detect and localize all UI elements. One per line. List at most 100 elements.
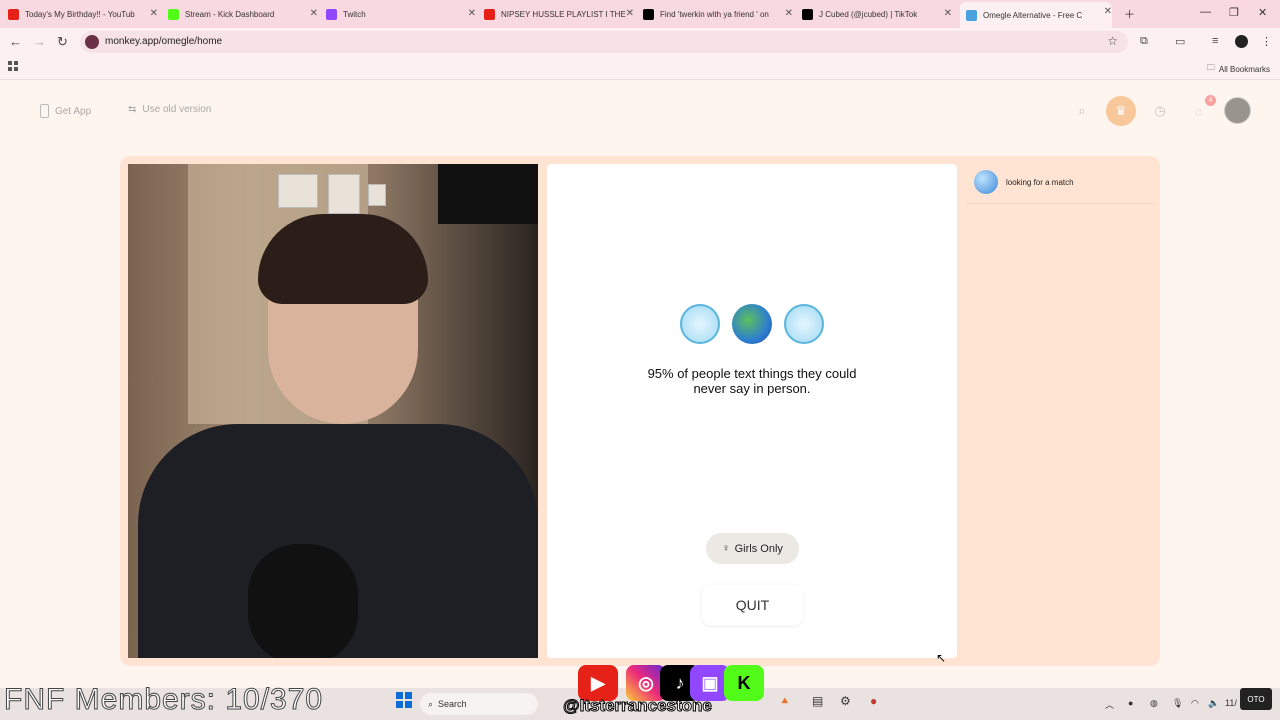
all-bookmarks-label: All Bookmarks xyxy=(1218,64,1270,74)
handle-overlay: @Itsterrancestone xyxy=(563,696,713,716)
site-icon xyxy=(85,35,99,49)
tab[interactable]: NIPSEY HUSSLE PLAYLIST I THE ✕ xyxy=(484,4,634,24)
cast-icon[interactable]: ▭ xyxy=(1175,35,1185,48)
mic-icon[interactable]: 🎙 xyxy=(1172,698,1183,709)
tab[interactable]: Stream - Kick Dashboard ✕ xyxy=(168,4,318,24)
tab-label: Twitch xyxy=(343,9,366,19)
app-icon[interactable]: ● xyxy=(870,694,877,708)
reload-icon[interactable]: ↻ xyxy=(57,34,68,50)
media-icon[interactable]: ≡ xyxy=(1212,35,1218,47)
webcam-video xyxy=(128,164,538,658)
app-icon[interactable]: ▤ xyxy=(812,694,823,708)
tab-label: Today's My Birthday!! - YouTub xyxy=(25,9,135,19)
close-tab-icon[interactable]: ✕ xyxy=(944,8,952,19)
search-icon: ⌕ xyxy=(428,698,434,709)
tab[interactable]: J Cubed (@jcubed) | TikTok ✕ xyxy=(802,4,952,24)
taskbar-search[interactable]: ⌕ Search xyxy=(420,693,538,715)
tiktok-icon xyxy=(802,8,813,20)
profile-avatar[interactable] xyxy=(1235,35,1248,48)
crown-icon[interactable]: ♛ xyxy=(1106,96,1136,126)
forward-icon[interactable]: → xyxy=(33,34,46,49)
tray-icon[interactable]: ● xyxy=(1128,698,1133,708)
girls-only-button[interactable]: ♀ Girls Only xyxy=(706,533,799,564)
match-status-text: looking for a match xyxy=(1006,178,1074,187)
tab-label: Omegle Alternative - Free C xyxy=(983,10,1083,20)
close-tab-icon[interactable]: ✕ xyxy=(468,8,476,19)
start-icon[interactable] xyxy=(396,692,412,708)
globe-mesh-icon xyxy=(784,304,824,344)
kick-icon: K xyxy=(724,665,764,701)
taskbar-search-label: Search xyxy=(438,699,467,709)
tab-label: NIPSEY HUSSLE PLAYLIST I THE xyxy=(501,9,626,19)
youtube-icon xyxy=(484,8,495,20)
tiktok-icon xyxy=(643,8,654,20)
video-microphone xyxy=(248,544,358,658)
twitch-icon xyxy=(326,8,337,20)
tab[interactable]: Omegle Alternative - Free C ✕ xyxy=(960,2,1112,28)
old-version-label: Use old version xyxy=(142,104,212,115)
get-app-label: Get App xyxy=(55,105,92,117)
volume-icon[interactable]: 🔈 xyxy=(1208,698,1219,709)
tab[interactable]: Twitch ✕ xyxy=(326,4,476,24)
tab-label: Stream - Kick Dashboard xyxy=(185,9,275,19)
match-status: looking for a match xyxy=(966,164,1154,204)
match-panel: 95% of people text things they could nev… xyxy=(547,164,957,658)
omegle-icon xyxy=(966,9,977,21)
video-poster xyxy=(278,174,318,208)
phone-icon xyxy=(40,104,49,118)
girl-icon: ♀ xyxy=(722,543,730,554)
video-person-hair xyxy=(258,214,428,304)
tab[interactable]: Today's My Birthday!! - YouTub ✕ xyxy=(8,4,158,24)
back-icon[interactable]: ← xyxy=(9,34,22,49)
match-message: 95% of people text things they could nev… xyxy=(647,366,857,396)
tray-icon[interactable]: ◍ xyxy=(1150,698,1158,709)
close-window-icon[interactable]: ✕ xyxy=(1258,6,1267,19)
app-icon[interactable]: ⯅ xyxy=(780,694,790,709)
swap-icon: ⇆ xyxy=(128,104,137,115)
clock-text[interactable]: 11/ xyxy=(1225,698,1237,708)
apps-icon[interactable] xyxy=(8,61,18,71)
earth-globe-icon xyxy=(732,304,772,344)
settings-icon[interactable]: ⚙ xyxy=(840,694,851,708)
tab-label: J Cubed (@jcubed) | TikTok xyxy=(819,9,918,19)
get-app-button[interactable]: Get App xyxy=(40,104,91,118)
kick-icon xyxy=(168,8,179,20)
video-tv xyxy=(438,164,538,224)
minimize-icon[interactable]: — xyxy=(1200,6,1211,18)
tab[interactable]: Find 'twerkin with ya friend ' on ✕ xyxy=(643,4,793,24)
close-tab-icon[interactable]: ✕ xyxy=(1104,6,1112,17)
globe-mesh-icon xyxy=(680,304,720,344)
wifi-icon[interactable]: ◠ xyxy=(1191,698,1199,709)
close-tab-icon[interactable]: ✕ xyxy=(310,8,318,19)
url-text: monkey.app/omegle/home xyxy=(105,36,223,47)
close-tab-icon[interactable]: ✕ xyxy=(626,8,634,19)
all-bookmarks[interactable]: 🗀 All Bookmarks xyxy=(1207,62,1270,76)
restore-icon[interactable]: ❐ xyxy=(1229,6,1239,19)
close-tab-icon[interactable]: ✕ xyxy=(150,8,158,19)
bookmark-star-icon[interactable]: ☆ xyxy=(1107,34,1118,48)
quit-button[interactable]: QUIT xyxy=(702,585,803,625)
globe-row xyxy=(547,304,957,344)
folder-icon: 🗀 xyxy=(1206,63,1215,72)
chat-badge: 4 xyxy=(1205,95,1216,106)
address-bar[interactable]: monkey.app/omegle/home ☆ xyxy=(80,31,1128,53)
menu-icon[interactable]: ⋮ xyxy=(1261,35,1272,48)
use-old-version-button[interactable]: ⇆ Use old version xyxy=(128,104,211,115)
video-poster xyxy=(328,174,360,214)
new-tab-button[interactable]: ＋ xyxy=(1124,6,1135,22)
search-icon[interactable]: ⌕ xyxy=(1071,100,1093,122)
extensions-icon[interactable]: ⧉ xyxy=(1140,35,1148,48)
video-poster xyxy=(368,184,386,206)
youtube-icon xyxy=(8,8,19,20)
members-overlay: FNF Members: 10/370 xyxy=(3,683,324,717)
bookmarks-bar xyxy=(0,56,1280,80)
loading-avatar-icon xyxy=(974,170,998,194)
mouse-cursor-icon: ↖ xyxy=(936,651,947,665)
user-avatar[interactable] xyxy=(1224,97,1251,124)
girls-only-label: Girls Only xyxy=(734,542,783,555)
close-tab-icon[interactable]: ✕ xyxy=(785,8,793,19)
tray-chevron-icon[interactable]: ︿ xyxy=(1105,698,1114,711)
history-icon[interactable]: ◷ xyxy=(1149,100,1171,122)
tab-label: Find 'twerkin with ya friend ' on xyxy=(660,9,769,19)
oto-logo: OTO xyxy=(1240,688,1272,710)
